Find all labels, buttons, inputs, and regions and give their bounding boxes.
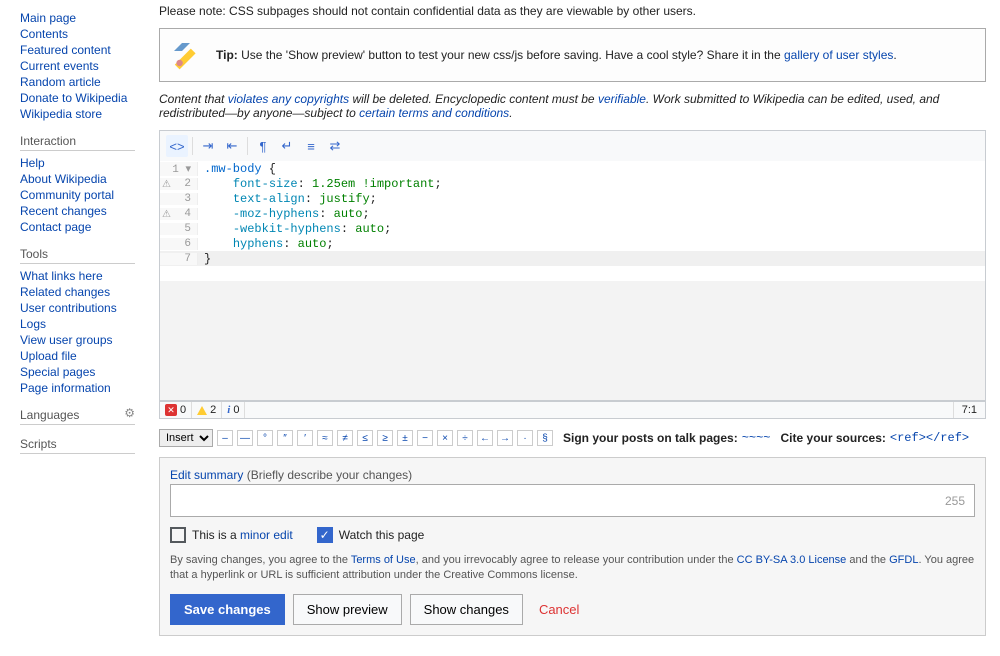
sign-posts-label: Sign your posts on talk pages: [563, 431, 738, 445]
sidebar-item-page-information[interactable]: Page information [20, 381, 111, 395]
char-insert-toolbar: Insert – — ° ″ ′ ≈ ≠ ≤ ≥ ± − × ÷ ← → · §… [159, 425, 986, 451]
main-content: Please note: CSS subpages should not con… [145, 0, 1000, 656]
char-times[interactable]: × [437, 430, 453, 446]
copyright-notice: Content that violates any copyrights wil… [159, 92, 986, 120]
error-count[interactable]: ✕0 [160, 402, 192, 418]
edit-summary-section: Edit summary (Briefly describe your chan… [159, 457, 986, 636]
minor-edit-checkbox[interactable]: This is a minor edit [170, 527, 293, 543]
insert-select[interactable]: Insert [159, 429, 213, 447]
sidebar-item-store[interactable]: Wikipedia store [20, 107, 102, 121]
warning-count[interactable]: 2 [192, 402, 222, 418]
char-larrow[interactable]: ← [477, 430, 493, 446]
sidebar-item-donate[interactable]: Donate to Wikipedia [20, 91, 127, 105]
char-prime[interactable]: ′ [297, 430, 313, 446]
char-section[interactable]: § [537, 430, 553, 446]
outdent-icon[interactable]: ⇤ [221, 135, 243, 157]
sidebar-item-community[interactable]: Community portal [20, 188, 114, 202]
sidebar-item-recent-changes[interactable]: Recent changes [20, 204, 107, 218]
diff-button[interactable]: Show changes [410, 594, 523, 625]
sidebar-heading-scripts: Scripts [20, 437, 135, 454]
sidebar-heading-languages: Languages⚙ [20, 408, 135, 425]
cite-code[interactable]: <ref></ref> [890, 431, 969, 445]
sidebar-item-what-links-here[interactable]: What links here [20, 269, 103, 283]
editor-status-bar: ✕0 2 i0 7:1 [159, 401, 986, 419]
char-middot[interactable]: · [517, 430, 533, 446]
char-dprime[interactable]: ″ [277, 430, 293, 446]
sidebar-heading-interaction: Interaction [20, 134, 135, 151]
tip-prefix: Tip: [216, 48, 238, 62]
terms-of-use-link[interactable]: Terms of Use [351, 554, 416, 566]
char-gte[interactable]: ≥ [377, 430, 393, 446]
sidebar-heading-tools: Tools [20, 247, 135, 264]
sidebar-item-logs[interactable]: Logs [20, 317, 46, 331]
sidebar-item-contents[interactable]: Contents [20, 27, 68, 41]
sidebar-item-help[interactable]: Help [20, 156, 45, 170]
align-icon[interactable]: ⇄ [324, 135, 346, 157]
sign-code[interactable]: ~~~~ [742, 431, 771, 445]
char-pm[interactable]: ± [397, 430, 413, 446]
indent-lines-icon[interactable]: ≡ [300, 135, 322, 157]
cursor-position: 7:1 [953, 402, 985, 418]
sidebar-item-upload-file[interactable]: Upload file [20, 349, 77, 363]
wrap-icon[interactable]: ↵ [276, 135, 298, 157]
char-div[interactable]: ÷ [457, 430, 473, 446]
char-endash[interactable]: – [217, 430, 233, 446]
editor-toolbar: <> ⇥ ⇤ ¶ ↵ ≡ ⇄ [159, 130, 986, 161]
sidebar-item-current-events[interactable]: Current events [20, 59, 99, 73]
char-degree[interactable]: ° [257, 430, 273, 446]
legal-text: By saving changes, you agree to the Term… [170, 553, 975, 584]
edit-summary-link[interactable]: Edit summary [170, 468, 243, 482]
cc-license-link[interactable]: CC BY-SA 3.0 License [737, 554, 847, 566]
sidebar-item-contact[interactable]: Contact page [20, 220, 91, 234]
sidebar-item-special-pages[interactable]: Special pages [20, 365, 95, 379]
sidebar-item-related-changes[interactable]: Related changes [20, 285, 110, 299]
sidebar-nav-main: Main page Contents Featured content Curr… [20, 10, 135, 122]
sidebar-item-about[interactable]: About Wikipedia [20, 172, 107, 186]
confidential-warning: Please note: CSS subpages should not con… [159, 0, 986, 22]
cite-label: Cite your sources: [781, 431, 886, 445]
edit-summary-input[interactable] [170, 484, 975, 517]
save-button[interactable]: Save changes [170, 594, 285, 625]
gfdl-link[interactable]: GFDL [889, 554, 918, 566]
sidebar-item-featured[interactable]: Featured content [20, 43, 111, 57]
char-rarrow[interactable]: → [497, 430, 513, 446]
gear-icon[interactable]: ⚙ [124, 406, 135, 420]
cancel-link[interactable]: Cancel [539, 602, 579, 617]
tip-box: Tip: Use the 'Show preview' button to te… [159, 28, 986, 82]
tip-text: Use the 'Show preview' button to test yo… [238, 48, 784, 62]
info-count[interactable]: i0 [222, 402, 245, 418]
preview-button[interactable]: Show preview [293, 594, 402, 625]
sidebar: Main page Contents Featured content Curr… [0, 0, 145, 656]
code-icon[interactable]: <> [166, 135, 188, 157]
pilcrow-icon[interactable]: ¶ [252, 135, 274, 157]
char-minus[interactable]: − [417, 430, 433, 446]
violates-copyright-link[interactable]: violates any copyrights [228, 92, 349, 106]
sidebar-item-user-contributions[interactable]: User contributions [20, 301, 117, 315]
tip-gallery-link[interactable]: gallery of user styles [784, 48, 893, 62]
sidebar-item-main-page[interactable]: Main page [20, 11, 76, 25]
char-emdash[interactable]: — [237, 430, 253, 446]
code-editor[interactable]: 1 ▾.mw-body { ⚠2 font-size: 1.25em !impo… [159, 161, 986, 401]
indent-icon[interactable]: ⇥ [197, 135, 219, 157]
char-lte[interactable]: ≤ [357, 430, 373, 446]
sidebar-item-view-user-groups[interactable]: View user groups [20, 333, 113, 347]
watch-page-checkbox[interactable]: ✓ Watch this page [317, 527, 425, 543]
minor-edit-link[interactable]: minor edit [240, 528, 293, 542]
sidebar-item-random[interactable]: Random article [20, 75, 101, 89]
verifiable-link[interactable]: verifiable [598, 92, 646, 106]
terms-link[interactable]: certain terms and conditions [359, 106, 509, 120]
char-count: 255 [945, 494, 965, 508]
char-neq[interactable]: ≠ [337, 430, 353, 446]
char-approx[interactable]: ≈ [317, 430, 333, 446]
edit-summary-hint: (Briefly describe your changes) [247, 468, 412, 482]
tip-icon [170, 39, 202, 71]
